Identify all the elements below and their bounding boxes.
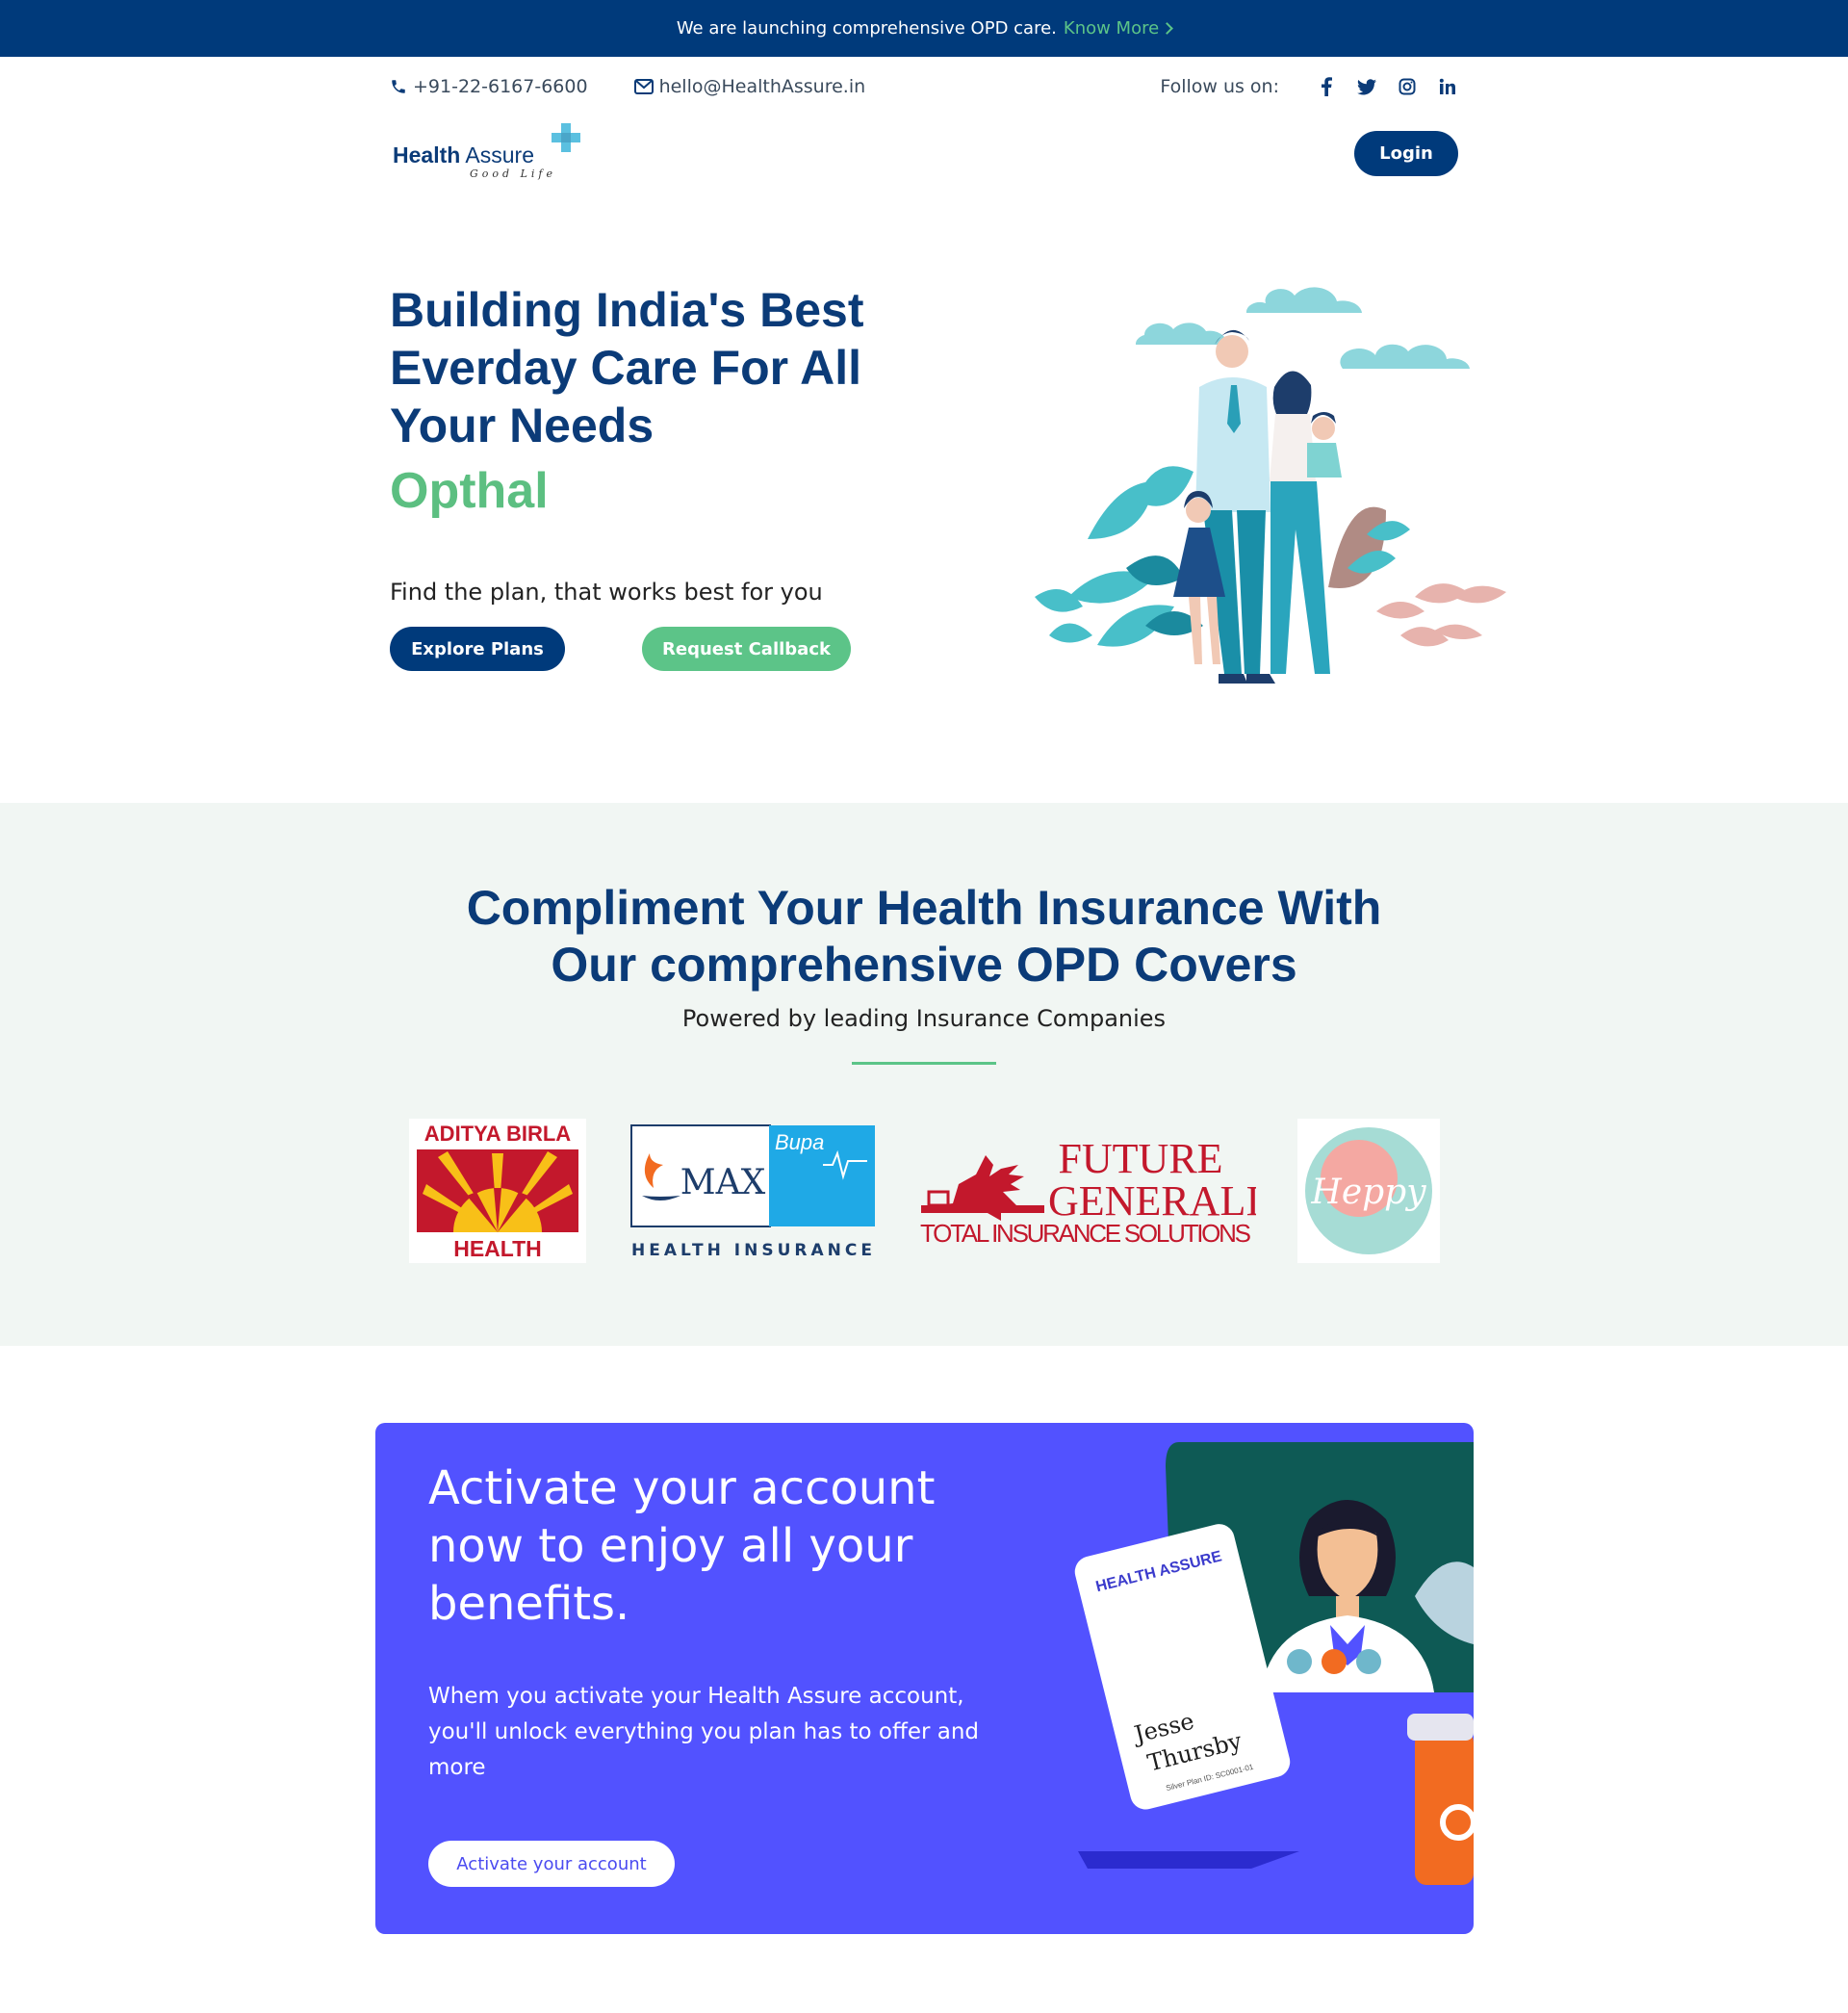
social-links: Follow us on: (1160, 76, 1458, 97)
logo-word-assure: Assure (465, 142, 535, 168)
request-callback-button[interactable]: Request Callback (642, 627, 851, 671)
partners-subtitle: Powered by leading Insurance Companies (681, 1005, 1167, 1032)
family-illustration (1035, 287, 1506, 684)
hero-rotating-word: Opthal (390, 463, 549, 519)
phone-number: +91-22-6167-6600 (413, 76, 588, 97)
aditya-birla-bottom-text: HEALTH (453, 1236, 542, 1261)
aditya-birla-health-logo: ADITYA BIRLA HEALTH (409, 1119, 586, 1263)
phone-icon (392, 80, 405, 93)
announcement-bar: We are launching comprehensive OPD care.… (0, 0, 1848, 57)
hero-title: Building India's Best Everday Care For A… (390, 283, 864, 452)
contact-bar: +91-22-6167-6600 hello@HealthAssure.in F… (390, 73, 1458, 100)
activate-account-button[interactable]: Activate your account (428, 1841, 675, 1887)
explore-plans-button[interactable]: Explore Plans (390, 627, 565, 671)
phone-contact[interactable]: +91-22-6167-6600 (390, 76, 588, 97)
chevron-right-icon (1161, 22, 1174, 35)
doctor-card-illustration: HEALTH ASSURE Jesse Thursby Silver Plan … (1074, 1442, 1474, 1885)
section-divider (852, 1062, 996, 1065)
bupa-text: Bupa (775, 1130, 824, 1154)
health-assure-logo[interactable]: Health Assure Good Life (393, 121, 580, 185)
know-more-label: Know More (1063, 18, 1160, 39)
future-generali-logo: FUTURE GENERALI TOTAL INSURANCE SOLUTION… (920, 1138, 1256, 1246)
announcement-text: We are launching comprehensive OPD care. (676, 18, 1057, 39)
email-contact[interactable]: hello@HealthAssure.in (633, 76, 866, 97)
envelope-icon (633, 79, 654, 94)
linkedin-icon[interactable] (1437, 76, 1458, 97)
future-text: FUTURE (1058, 1138, 1222, 1182)
activate-account-banner: Activate your account now to enjoy all y… (375, 1423, 1474, 1934)
generali-text: GENERALI (1048, 1177, 1256, 1225)
partners-title-line2: Our comprehensive OPD Covers (551, 938, 1297, 992)
plus-cross-icon (552, 123, 580, 152)
heppy-logo: Heppy (1297, 1119, 1440, 1263)
facebook-icon[interactable] (1316, 76, 1337, 97)
login-button[interactable]: Login (1354, 131, 1458, 176)
partners-title-line1: Compliment Your Health Insurance With (466, 881, 1382, 935)
follow-label: Follow us on: (1160, 76, 1279, 97)
max-bupa-logo: MAX Bupa HEALTH INSURANCE (630, 1124, 876, 1260)
twitter-icon[interactable] (1356, 76, 1377, 97)
total-insurance-text: TOTAL INSURANCE SOLUTIONS (920, 1219, 1251, 1246)
know-more-link[interactable]: Know More (1063, 18, 1174, 39)
max-health-insurance-text: HEALTH INSURANCE (631, 1241, 876, 1260)
activate-title: Activate your account now to enjoy all y… (428, 1461, 936, 1631)
partners-title: Compliment Your Health Insurance With Ou… (0, 880, 1848, 994)
activate-body: Whem you activate your Health Assure acc… (428, 1684, 980, 1780)
instagram-icon[interactable] (1397, 76, 1418, 97)
email-address: hello@HealthAssure.in (658, 76, 866, 97)
heppy-text: Heppy (1310, 1173, 1426, 1212)
logo-tagline: Good Life (470, 168, 556, 180)
partners-section: Compliment Your Health Insurance With Ou… (0, 803, 1848, 1346)
logo-wordmark: Health Assure (393, 142, 534, 168)
logo-word-health: Health (393, 142, 461, 168)
max-text: MAX (680, 1163, 766, 1202)
hero-subtitle: Find the plan, that works best for you (390, 579, 823, 606)
aditya-birla-top-text: ADITYA BIRLA (424, 1122, 571, 1146)
